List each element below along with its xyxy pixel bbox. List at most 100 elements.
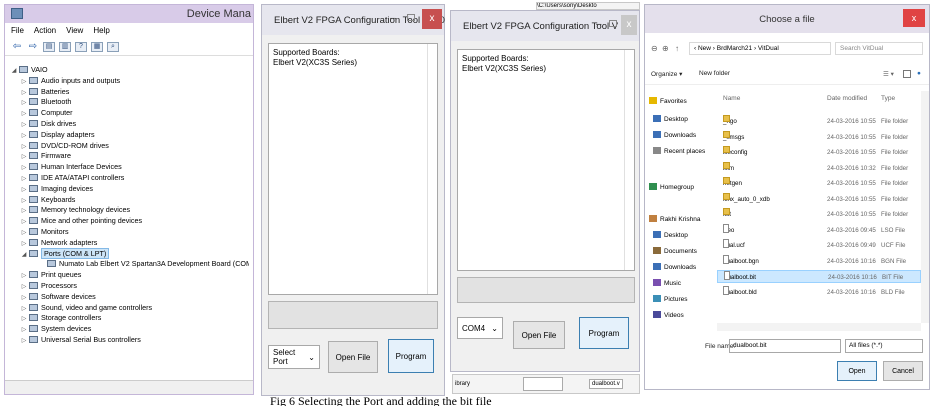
nav-item[interactable]: Downloads [653, 263, 696, 271]
view-options-icon[interactable]: ☰ ▾ [883, 70, 894, 78]
new-folder-button[interactable]: New folder [699, 70, 730, 77]
device-manager-titlebar[interactable]: Device Mana [5, 5, 253, 23]
program-button[interactable]: Program [388, 339, 434, 373]
menu-file[interactable]: File [11, 26, 24, 36]
tree-item[interactable]: ▷ DVD/CD-ROM drives [9, 141, 249, 152]
file-list-scrollbar[interactable] [921, 91, 929, 323]
nav-item[interactable]: Desktop [653, 231, 688, 239]
nav-item[interactable]: Music [653, 279, 681, 287]
board-info-textbox[interactable]: Supported Boards: Elbert V2(XC3S Series) [268, 43, 438, 295]
elbert-titlebar[interactable]: Elbert V2 FPGA Configuration Tool V 1.0 … [262, 5, 445, 35]
menu-help[interactable]: Help [93, 26, 109, 36]
tree-item[interactable]: ▷ Batteries [9, 87, 249, 98]
port-select[interactable]: Select Port ⌄ [268, 345, 320, 369]
nav-item[interactable]: Recent places [653, 147, 705, 155]
nav-item[interactable]: Desktop [653, 115, 688, 123]
open-file-button[interactable]: Open File [328, 341, 378, 373]
tree-item[interactable]: ◢ Ports (COM & LPT) [9, 247, 249, 260]
scan-hardware-icon[interactable]: ⌕ [107, 42, 119, 52]
column-header-date[interactable]: Date modified [827, 95, 867, 102]
column-header-type[interactable]: Type [881, 95, 895, 102]
maximize-icon[interactable] [407, 14, 415, 21]
open-file-button[interactable]: Open File [513, 321, 565, 349]
tree-item[interactable]: ▷ Firmware [9, 151, 249, 162]
back-arrow-icon[interactable]: ⊖ [651, 44, 658, 53]
nav-item[interactable]: Pictures [653, 295, 687, 303]
nav-item[interactable]: Rakhi Krishna [649, 215, 700, 223]
close-icon[interactable]: x [903, 9, 925, 27]
properties-icon[interactable]: ▤ [43, 42, 55, 52]
nav-item[interactable]: Favorites [649, 97, 687, 105]
minimize-icon[interactable]: – [596, 19, 602, 30]
nav-item[interactable]: Homegroup [649, 183, 694, 191]
tree-item[interactable]: ▷ Disk drives [9, 119, 249, 130]
file-row[interactable]: isim 24-03-2016 10:32 File folder [717, 161, 921, 175]
tree-item[interactable]: ▷ Display adapters [9, 130, 249, 141]
file-row[interactable]: _ngo 24-03-2016 10:55 File folder [717, 115, 921, 128]
tree-item[interactable]: ▷ Imaging devices [9, 184, 249, 195]
open-button[interactable]: Open [837, 361, 877, 381]
tree-item[interactable]: ▷ Audio inputs and outputs [9, 76, 249, 87]
file-row[interactable]: iseo 24-03-2016 09:45 LSO File [717, 223, 921, 237]
tree-item[interactable]: ▷ Keyboards [9, 195, 249, 206]
tree-item[interactable]: ▷ IDE ATA/ATAPI controllers [9, 173, 249, 184]
tree-item[interactable]: ▷ Computer [9, 108, 249, 119]
breadcrumb[interactable]: ‹ New › BrdMarch21 › VitDual [689, 42, 831, 55]
tree-item[interactable]: ▷ Mice and other pointing devices [9, 216, 249, 227]
preview-pane-icon[interactable] [903, 70, 911, 78]
nav-item[interactable]: Documents [653, 247, 697, 255]
organize-button[interactable]: Organize ▾ [651, 70, 682, 78]
tree-item[interactable]: ▷ Processors [9, 281, 249, 292]
textbox-scrollbar[interactable] [624, 50, 634, 270]
file-row[interactable]: dualboot.bld 24-03-2016 10:16 BLD File [717, 285, 921, 299]
filename-input[interactable]: dualboot.bit [729, 339, 841, 353]
tree-item[interactable]: ◢ VAIO [9, 65, 249, 76]
tree-item[interactable]: ▷ Bluetooth [9, 97, 249, 108]
help-icon[interactable]: ● [917, 70, 921, 77]
tree-item[interactable]: ▷ System devices [9, 324, 249, 335]
up-arrow-icon[interactable]: ↑ [675, 44, 679, 53]
view-icon[interactable]: ▦ [91, 42, 103, 52]
close-icon[interactable]: x [621, 15, 637, 35]
column-header-name[interactable]: Name [723, 95, 740, 102]
program-button[interactable]: Program [579, 317, 629, 349]
file-row[interactable]: _xmsgs 24-03-2016 10:55 File folder [717, 130, 921, 144]
back-arrow-icon[interactable]: ⇦ [11, 42, 23, 52]
tree-item[interactable]: ▷ Memory technology devices [9, 205, 249, 216]
board-info-textbox[interactable]: Supported Boards: Elbert V2(XC3S Series) [457, 49, 635, 271]
show-hidden-icon[interactable]: ▥ [59, 42, 71, 52]
forward-arrow-icon[interactable]: ⇨ [27, 42, 39, 52]
menu-view[interactable]: View [66, 26, 83, 36]
textbox-scrollbar[interactable] [427, 44, 437, 294]
tree-item[interactable]: ▷ Storage controllers [9, 313, 249, 324]
maximize-icon[interactable] [609, 20, 617, 27]
elbert-titlebar[interactable]: Elbert V2 FPGA Configuration Tool V 1.0 … [451, 11, 639, 41]
nav-item[interactable]: Downloads [653, 131, 696, 139]
menu-action[interactable]: Action [34, 26, 56, 36]
nav-item[interactable]: Videos [653, 311, 684, 319]
file-row[interactable]: xlnx_auto_0_xdb 24-03-2016 10:55 File fold… [717, 192, 921, 206]
tree-item[interactable]: Numato Lab Elbert V2 Spartan3A Developme… [9, 259, 249, 270]
file-row[interactable]: dualboot.bit 24-03-2016 10:16 BIT File [717, 270, 921, 283]
filetype-select[interactable]: All files (*.*) [845, 339, 923, 353]
port-select[interactable]: COM4 ⌄ [457, 317, 503, 339]
minimize-icon[interactable]: – [390, 13, 396, 24]
tree-item[interactable]: ▷ Monitors [9, 227, 249, 238]
tree-item[interactable]: ▷ Sound, video and game controllers [9, 303, 249, 314]
file-row[interactable]: xst 24-03-2016 10:55 File folder [717, 208, 921, 221]
cancel-button[interactable]: Cancel [883, 361, 923, 381]
tree-item[interactable]: ▷ Universal Serial Bus controllers [9, 335, 249, 346]
forward-arrow-icon[interactable]: ⊕ [662, 44, 669, 53]
search-input[interactable]: Search VitDual [835, 42, 923, 55]
dialog-titlebar[interactable]: Choose a file x [645, 5, 929, 33]
tree-item[interactable]: ▷ Software devices [9, 292, 249, 303]
help-icon[interactable]: ? [75, 42, 87, 52]
expand-arrow-icon[interactable]: ▷ [19, 336, 29, 347]
tree-item[interactable]: ▷ Network adapters [9, 238, 249, 249]
file-row[interactable]: dualboot.bgn 24-03-2016 10:16 BGN File [717, 254, 921, 268]
close-icon[interactable]: x [422, 9, 442, 29]
tree-item[interactable]: ▷ Print queues [9, 270, 249, 281]
file-row[interactable]: dual.ucf 24-03-2016 09:49 UCF File [717, 239, 921, 252]
file-row[interactable]: netgen 24-03-2016 10:55 File folder [717, 177, 921, 190]
tree-item[interactable]: ▷ Human Interface Devices [9, 162, 249, 173]
